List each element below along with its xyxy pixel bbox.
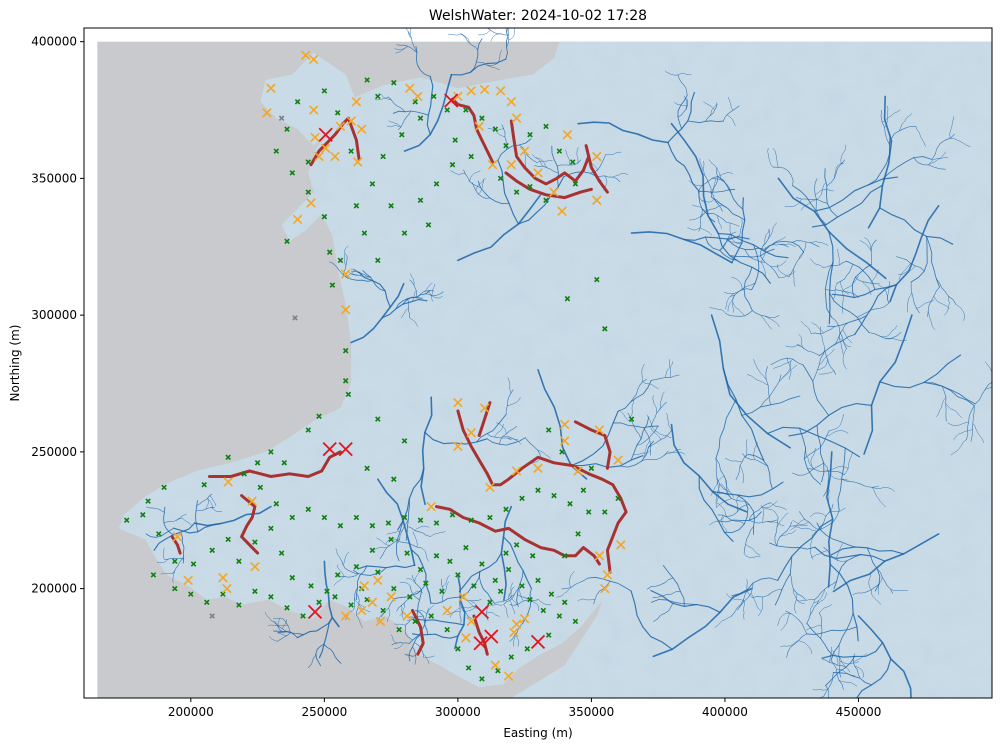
y-tick-label: 400000	[31, 35, 77, 49]
x-tick-label: 350000	[569, 705, 615, 719]
river-segment	[847, 741, 862, 744]
river-segment	[843, 729, 852, 742]
x-tick-label: 200000	[168, 705, 214, 719]
x-axis-label: Easting (m)	[503, 726, 572, 740]
x-tick-label: 250000	[301, 705, 347, 719]
y-tick-label: 250000	[31, 445, 77, 459]
y-tick-label: 350000	[31, 171, 77, 185]
river-segment	[843, 733, 851, 746]
river-segment	[839, 720, 844, 745]
x-tick-label: 400000	[702, 705, 748, 719]
river-segment	[839, 741, 852, 748]
y-tick-label: 200000	[31, 582, 77, 596]
x-tick-label: 300000	[435, 705, 481, 719]
chart-figure: WelshWater: 2024-10-02 17:28 Easting (m)…	[8, 8, 993, 748]
y-axis: Northing (m) 200000 250000 300000 350000 400…	[8, 35, 84, 596]
plot-area	[83, 27, 993, 748]
y-tick-label: 300000	[31, 308, 77, 322]
chart-title: WelshWater: 2024-10-02 17:28	[429, 8, 647, 24]
x-tick-label: 450000	[836, 705, 882, 719]
x-axis: Easting (m) 200000 250000 300000 350000 4000…	[168, 698, 881, 740]
river-segment	[839, 734, 861, 743]
river-segment	[828, 697, 830, 698]
y-axis-label: Northing (m)	[8, 325, 22, 402]
river-segment	[828, 697, 829, 698]
